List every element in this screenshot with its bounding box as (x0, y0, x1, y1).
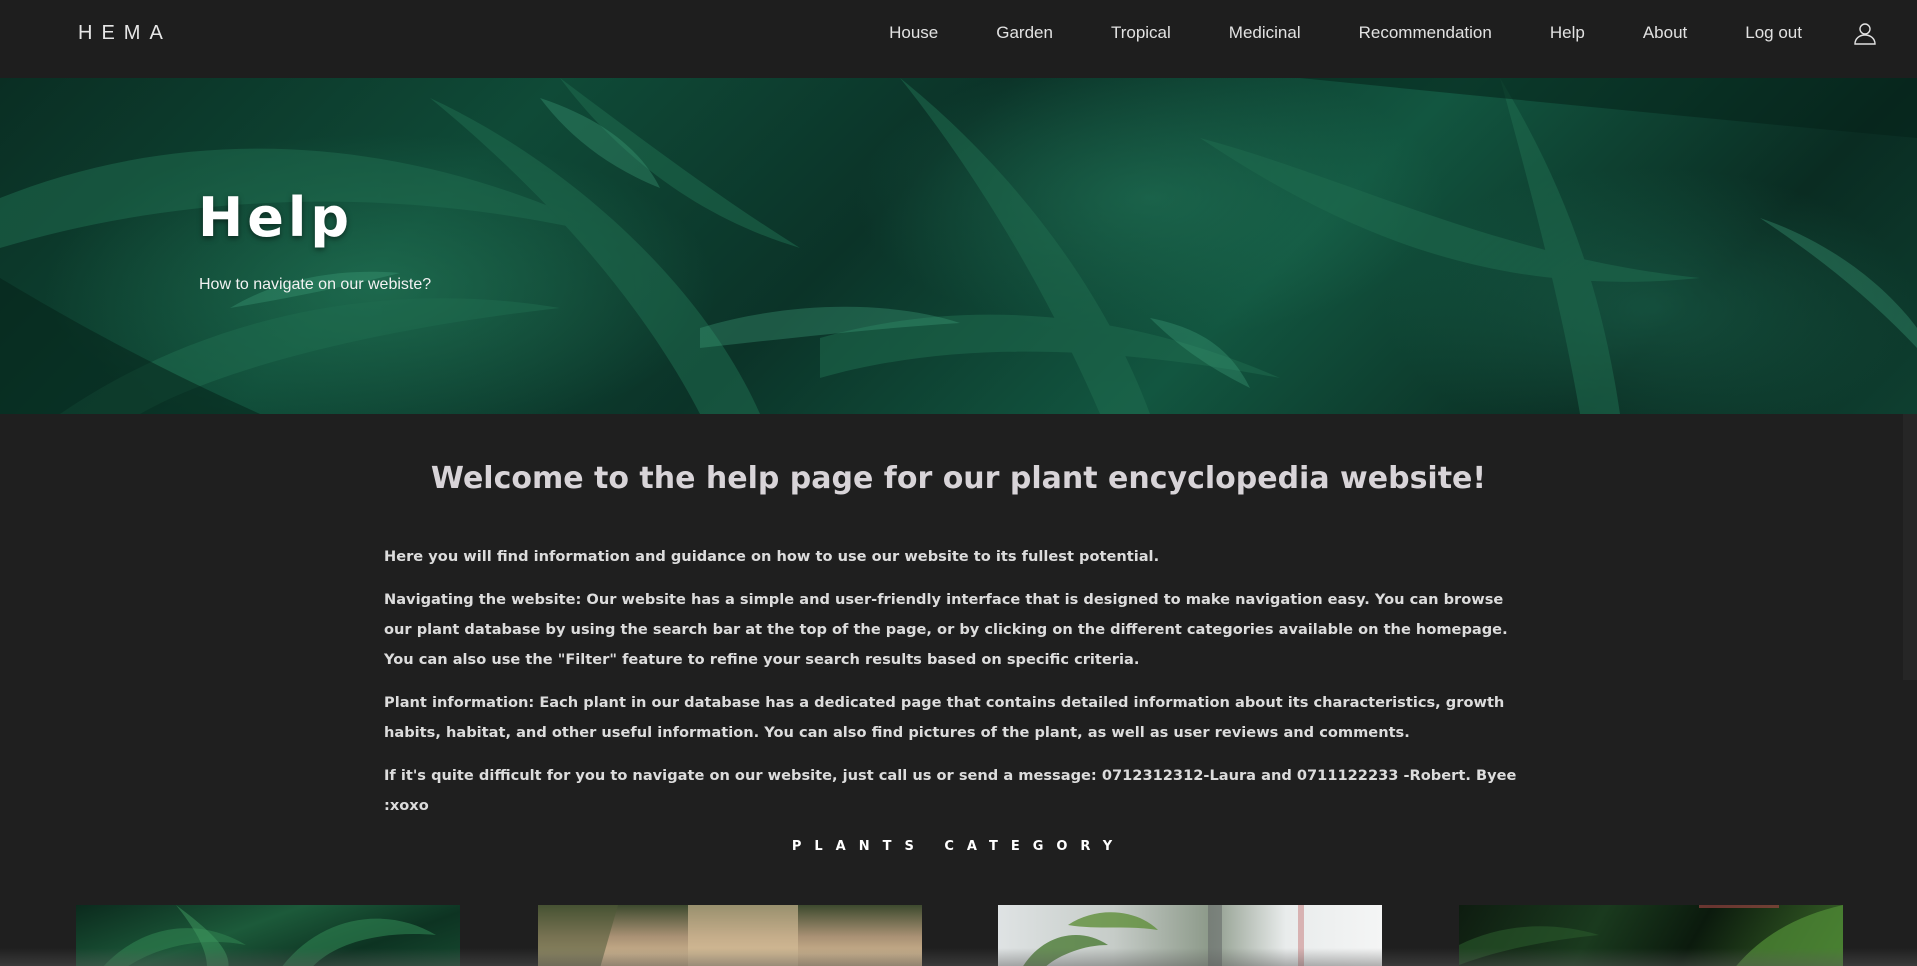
top-navbar: HEMA House Garden Tropical Medicinal Rec… (0, 0, 1917, 78)
nav-link-tropical[interactable]: Tropical (1082, 23, 1200, 43)
plants-category-heading: PLANTS CATEGORY (791, 839, 1126, 854)
contact-paragraph: If it's quite difficult for you to navig… (384, 767, 1517, 814)
main-navigation: House Garden Tropical Medicinal Recommen… (860, 0, 1917, 66)
nav-link-house[interactable]: House (860, 23, 967, 43)
page-subtitle: How to navigate on our webiste? (199, 276, 432, 293)
plant-info-paragraph: Plant information: Each plant in our dat… (384, 694, 1505, 741)
page-scrollbar[interactable] (1903, 414, 1917, 680)
user-icon[interactable] (1853, 21, 1877, 45)
nav-link-recommendation[interactable]: Recommendation (1330, 23, 1521, 43)
intro-paragraph: Here you will find information and guida… (384, 548, 1160, 565)
navigation-paragraph: Navigating the website: Our website has … (384, 591, 1508, 668)
nav-link-garden[interactable]: Garden (967, 23, 1082, 43)
hero-banner: Help How to navigate on our webiste? (0, 78, 1917, 414)
page-title: Help (198, 186, 353, 249)
bottom-shadow (0, 948, 1917, 966)
help-paragraphs: Here you will find information and guida… (384, 542, 1524, 834)
nav-link-medicinal[interactable]: Medicinal (1200, 23, 1330, 43)
help-page: HEMA House Garden Tropical Medicinal Rec… (0, 0, 1917, 966)
nav-link-logout[interactable]: Log out (1716, 23, 1831, 43)
welcome-heading: Welcome to the help page for our plant e… (430, 461, 1487, 496)
nav-link-about[interactable]: About (1614, 23, 1716, 43)
nav-link-help[interactable]: Help (1521, 23, 1614, 43)
brand-logo[interactable]: HEMA (78, 22, 172, 45)
